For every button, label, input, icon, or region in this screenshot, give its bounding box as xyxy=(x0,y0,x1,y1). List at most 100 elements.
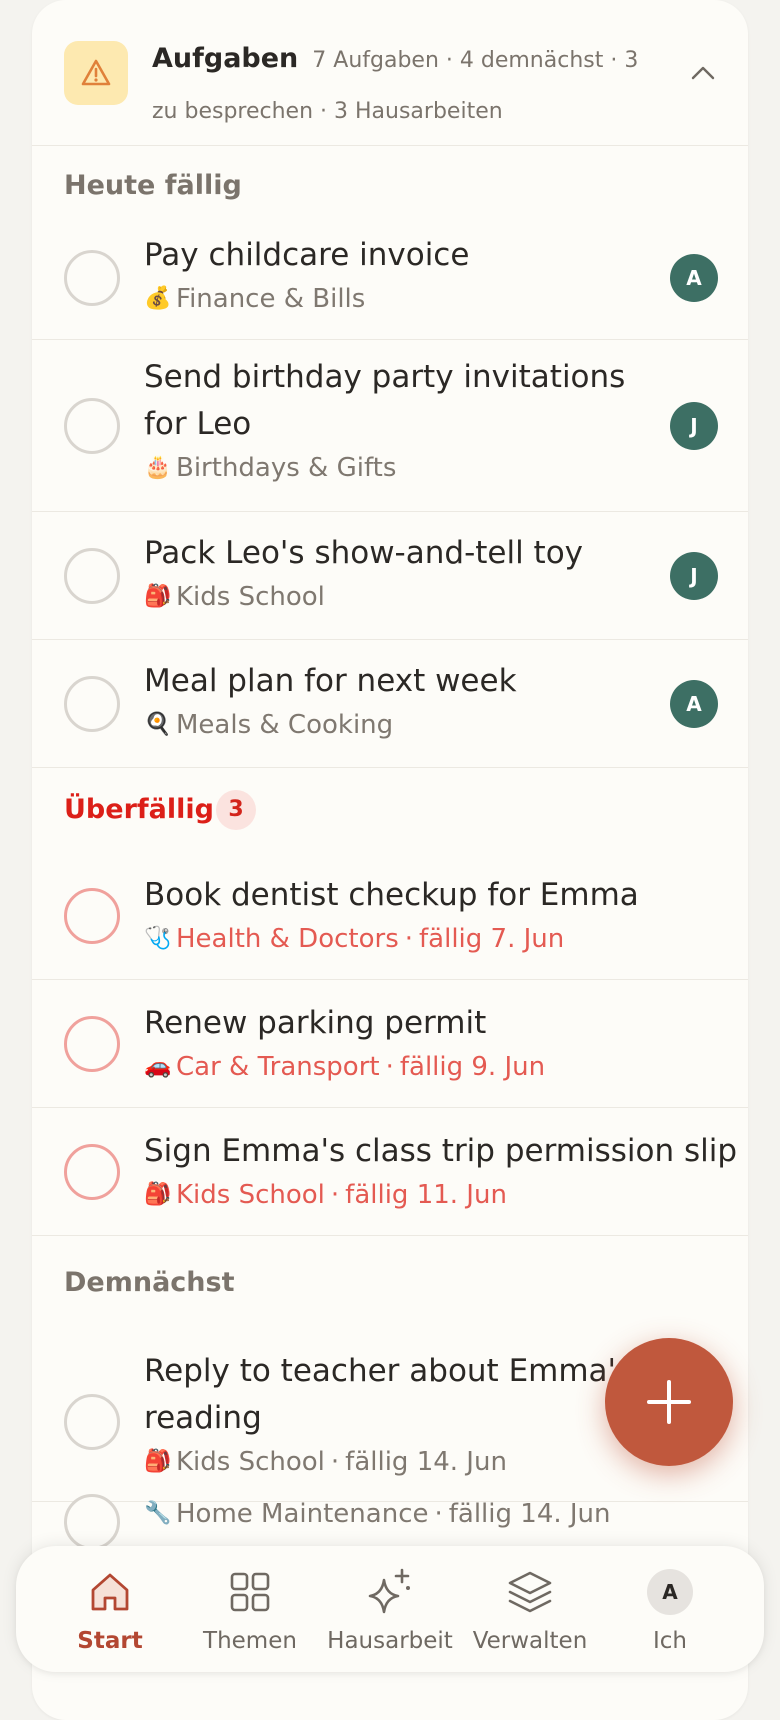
task-title: Meal plan for next week xyxy=(144,663,517,699)
assignee-avatar[interactable]: J xyxy=(670,402,718,450)
task-body: Pay childcare invoice 💰 Finance & Bills xyxy=(144,232,648,319)
warning-badge xyxy=(64,41,128,105)
task-body: Renew parking permit 🚗 Car & Transport ·… xyxy=(144,1000,648,1087)
task-category: Home Maintenance xyxy=(176,1499,429,1529)
meta-separator: · xyxy=(330,1180,340,1210)
header-title: Aufgaben xyxy=(152,43,299,74)
task-meta: 🎒 Kids School xyxy=(144,577,648,617)
task-meta: 💰 Finance & Bills xyxy=(144,279,648,319)
task-checkbox[interactable] xyxy=(64,1016,120,1072)
add-task-button[interactable] xyxy=(605,1338,733,1466)
section-overdue-label: Überfällig xyxy=(64,794,214,825)
task-row[interactable]: Renew parking permit 🚗 Car & Transport ·… xyxy=(32,980,748,1108)
task-title-line2: reading xyxy=(144,1400,262,1436)
backpack-icon: 🎒 xyxy=(144,1449,172,1474)
task-checkbox[interactable] xyxy=(64,888,120,944)
task-meta: 🍳 Meals & Cooking xyxy=(144,705,648,745)
task-title: Sign Emma's class trip permission slip xyxy=(144,1133,738,1169)
task-title-line2: for Leo xyxy=(144,406,252,442)
meta-separator: · xyxy=(385,1052,394,1082)
grid-icon xyxy=(226,1568,274,1616)
tab-hausarbeit[interactable]: Hausarbeit xyxy=(320,1554,460,1664)
tab-hausarbeit-label: Hausarbeit xyxy=(327,1628,453,1654)
tab-start-label: Start xyxy=(77,1628,143,1654)
task-category: Health & Doctors xyxy=(176,924,399,954)
task-checkbox[interactable] xyxy=(64,250,120,306)
task-meta: 🚗 Car & Transport · fällig 9. Jun xyxy=(144,1047,648,1087)
wrench-icon: 🔧 xyxy=(144,1501,172,1526)
tab-ich[interactable]: A Ich xyxy=(600,1554,740,1664)
task-meta: 🔧 Home Maintenance · fällig 14. Jun xyxy=(144,1494,648,1534)
sparkles-icon xyxy=(366,1568,414,1616)
task-due-date: fällig 11. Jun xyxy=(345,1180,507,1210)
task-due-date: fällig 7. Jun xyxy=(419,924,565,954)
avatar-icon: A xyxy=(646,1568,694,1616)
tab-ich-label: Ich xyxy=(652,1628,687,1654)
tasks-header[interactable]: Aufgaben 7 Aufgaben · 4 demnächst · 3 zu … xyxy=(32,0,748,146)
assignee-avatar[interactable]: A xyxy=(670,254,718,302)
task-title: Book dentist checkup for Emma xyxy=(144,877,639,913)
assignee-avatar[interactable]: J xyxy=(670,552,718,600)
header-subtitle-line2: zu besprechen · 3 Hausarbeiten xyxy=(152,99,503,124)
task-category: Car & Transport xyxy=(176,1052,380,1082)
task-row[interactable]: Pack Leo's show-and-tell toy 🎒 Kids Scho… xyxy=(32,512,748,640)
task-category: Kids School xyxy=(176,1180,325,1210)
chevron-up-icon[interactable] xyxy=(688,58,718,88)
task-title-line1: Reply to teacher about Emma's xyxy=(144,1353,633,1389)
header-text: Aufgaben 7 Aufgaben · 4 demnächst · 3 zu … xyxy=(152,34,652,138)
tab-themen[interactable]: Themen xyxy=(180,1554,320,1664)
meta-separator: · xyxy=(330,1447,340,1477)
task-body: Book dentist checkup for Emma 🩺 Health &… xyxy=(144,872,648,959)
task-checkbox[interactable] xyxy=(64,1494,120,1550)
tab-start[interactable]: Start xyxy=(40,1554,180,1664)
task-title: Pay childcare invoice xyxy=(144,237,470,273)
task-meta: 🎒 Kids School · fällig 14. Jun xyxy=(144,1442,648,1482)
section-today-label: Heute fällig xyxy=(64,170,242,201)
task-category: Kids School xyxy=(176,1447,325,1477)
task-body: Reply to teacher about Emma's reading 🎒 … xyxy=(144,1348,648,1482)
task-row[interactable]: Book dentist checkup for Emma 🩺 Health &… xyxy=(32,852,748,980)
task-checkbox[interactable] xyxy=(64,676,120,732)
task-due-date: fällig 14. Jun xyxy=(345,1447,507,1477)
task-category: Kids School xyxy=(176,582,325,612)
task-body: Send birthday party invitations for Leo … xyxy=(144,354,648,488)
task-category: Meals & Cooking xyxy=(176,710,394,740)
task-checkbox[interactable] xyxy=(64,548,120,604)
section-overdue: Überfällig 3 xyxy=(32,768,748,852)
assignee-avatar[interactable]: A xyxy=(670,680,718,728)
task-row[interactable]: Pay childcare invoice 💰 Finance & Bills … xyxy=(32,218,748,340)
tab-verwalten[interactable]: Verwalten xyxy=(460,1554,600,1664)
task-meta: 🩺 Health & Doctors · fällig 7. Jun xyxy=(144,919,648,959)
task-title: Renew parking permit xyxy=(144,1005,487,1041)
profile-avatar: A xyxy=(647,1569,693,1615)
meta-separator: · xyxy=(434,1499,443,1529)
header-subtitle-line1: 7 Aufgaben · 4 demnächst · 3 xyxy=(312,48,639,73)
task-checkbox[interactable] xyxy=(64,398,120,454)
task-checkbox[interactable] xyxy=(64,1394,120,1450)
task-row[interactable]: Sign Emma's class trip permission slip 🎒… xyxy=(32,1108,748,1236)
task-body: Sign Emma's class trip permission slip 🎒… xyxy=(144,1128,738,1215)
car-icon: 🚗 xyxy=(144,1054,172,1079)
section-today: Heute fällig xyxy=(32,146,748,218)
home-icon xyxy=(86,1568,134,1616)
backpack-icon: 🎒 xyxy=(144,584,172,609)
birthday-cake-icon: 🎂 xyxy=(144,455,172,480)
task-title: Pack Leo's show-and-tell toy xyxy=(144,535,584,571)
task-due-date: fällig 9. Jun xyxy=(399,1052,546,1082)
task-row[interactable]: Meal plan for next week 🍳 Meals & Cookin… xyxy=(32,640,748,768)
meta-separator: · xyxy=(404,924,414,954)
task-checkbox[interactable] xyxy=(64,1144,120,1200)
plus-icon xyxy=(647,1380,691,1424)
task-due-date: fällig 14. Jun xyxy=(448,1499,611,1529)
task-meta: 🎂 Birthdays & Gifts xyxy=(144,448,648,488)
cooking-icon: 🍳 xyxy=(144,712,172,737)
task-body: 🔧 Home Maintenance · fällig 14. Jun xyxy=(144,1494,648,1534)
task-row[interactable]: Send birthday party invitations for Leo … xyxy=(32,340,748,512)
task-title-line1: Send birthday party invitations xyxy=(144,359,626,395)
section-upcoming: Demnächst xyxy=(32,1236,748,1330)
warning-triangle-icon xyxy=(81,59,111,86)
tab-themen-label: Themen xyxy=(203,1628,297,1654)
section-upcoming-label: Demnächst xyxy=(64,1267,235,1298)
task-category: Finance & Bills xyxy=(176,284,366,314)
money-bag-icon: 💰 xyxy=(144,286,172,311)
